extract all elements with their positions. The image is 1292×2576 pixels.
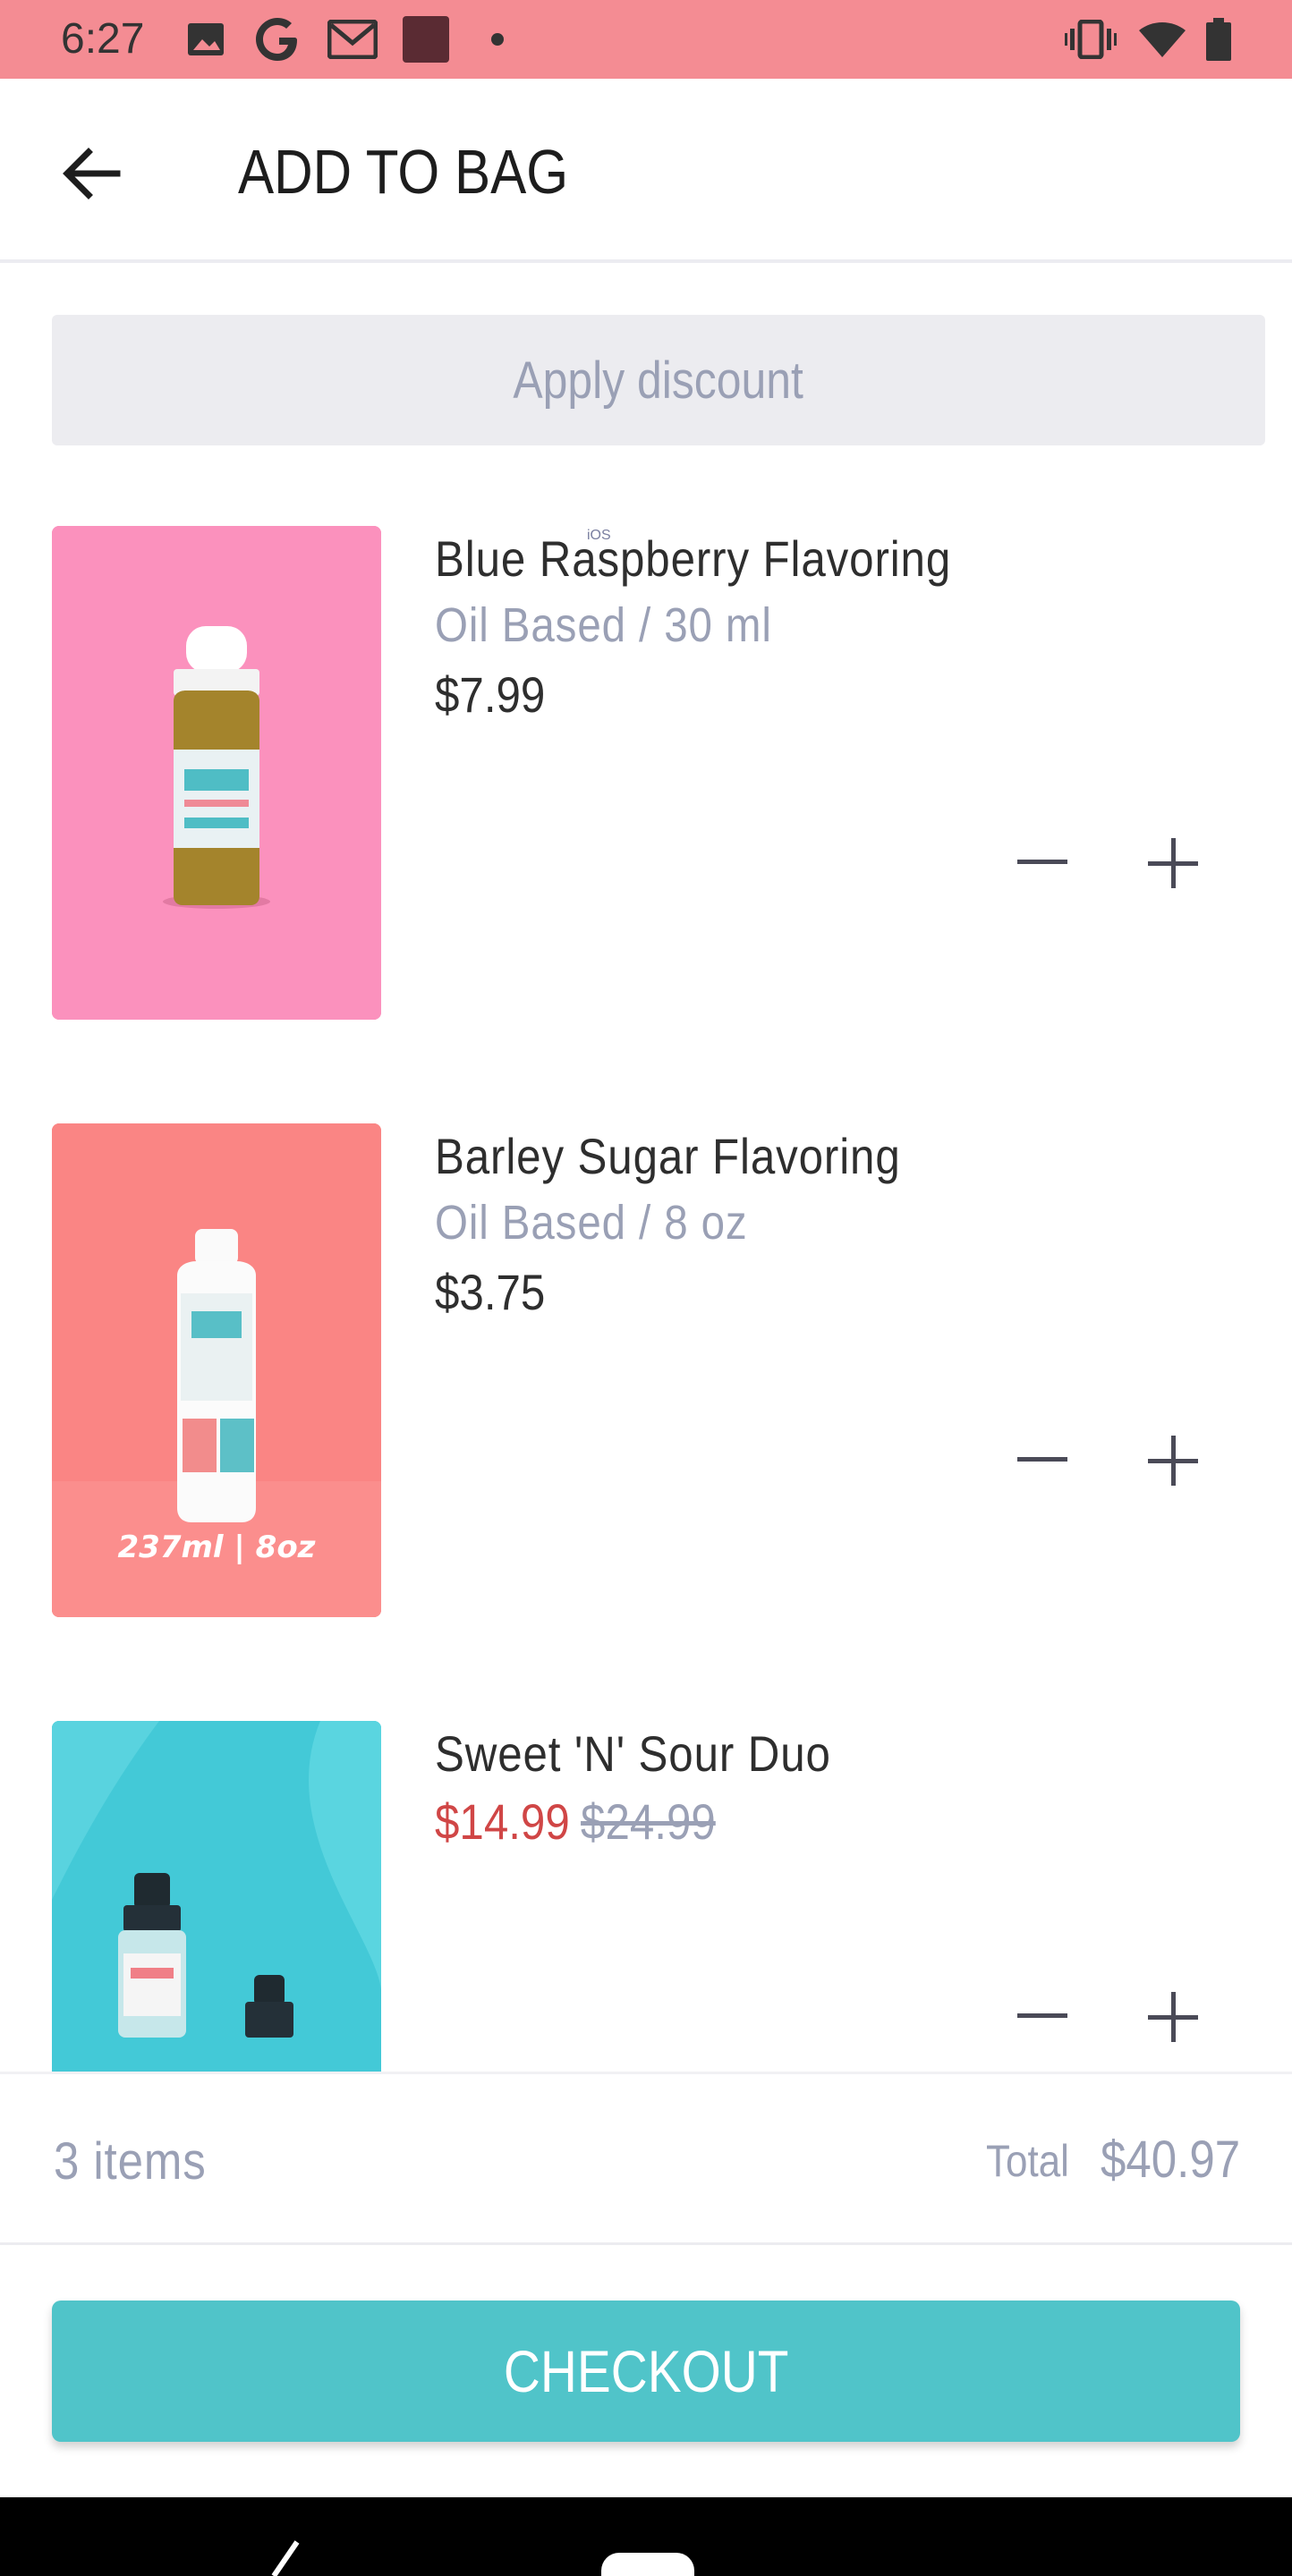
- decrease-quantity-button[interactable]: [1011, 1429, 1074, 1492]
- gmail-icon: [327, 18, 378, 61]
- status-bar: 6:27: [0, 0, 1292, 79]
- original-price: $24.99: [581, 1793, 716, 1850]
- minus-icon: [1017, 860, 1067, 864]
- minus-icon: [1017, 1457, 1067, 1462]
- decrease-quantity-button[interactable]: [1011, 1986, 1074, 2048]
- product-image[interactable]: [52, 1721, 381, 2072]
- product-variant: Oil Based / 30 ml: [435, 598, 772, 652]
- product-name[interactable]: Sweet 'N' Sour Duo: [435, 1724, 831, 1783]
- decrease-quantity-button[interactable]: [1011, 832, 1074, 894]
- product-price-group: $14.99 $24.99: [435, 1792, 716, 1851]
- arrow-left-icon: [63, 148, 121, 199]
- nav-back-icon[interactable]: [270, 2540, 301, 2576]
- checkout-label: CHECKOUT: [503, 2338, 789, 2404]
- platform-tag: iOS: [587, 528, 611, 543]
- product-name[interactable]: Blue Raspberry Flavoring: [435, 530, 951, 588]
- page-title: ADD TO BAG: [238, 137, 569, 207]
- system-nav-bar: [0, 2497, 1292, 2576]
- status-time: 6:27: [61, 15, 145, 63]
- sale-price: $14.99: [435, 1793, 570, 1850]
- battery-icon: [1204, 18, 1233, 61]
- apply-discount-button[interactable]: Apply discount: [52, 315, 1265, 445]
- product-image[interactable]: 237ml | 8oz: [52, 1123, 381, 1617]
- increase-quantity-button[interactable]: [1142, 1986, 1204, 2048]
- plus-icon: [1148, 1436, 1198, 1486]
- cart-item: Blue Raspberry Flavoring iOS Oil Based /…: [0, 483, 1292, 1020]
- plus-icon: [1148, 1992, 1198, 2042]
- cart-items-list: Blue Raspberry Flavoring iOS Oil Based /…: [0, 483, 1292, 2072]
- dot-icon: [490, 18, 505, 61]
- google-icon: [256, 18, 302, 61]
- plus-icon: [1148, 838, 1198, 888]
- total-value: $40.97: [1101, 2131, 1241, 2189]
- apply-discount-label: Apply discount: [513, 351, 804, 410]
- cart-item: Sweet 'N' Sour Duo $14.99 $24.99: [0, 1678, 1292, 2072]
- wifi-icon: [1138, 18, 1186, 61]
- increase-quantity-button[interactable]: [1142, 1429, 1204, 1492]
- back-button[interactable]: [54, 136, 129, 211]
- checkout-button[interactable]: CHECKOUT: [52, 2301, 1240, 2442]
- product-variant: Oil Based / 8 oz: [435, 1196, 748, 1250]
- total-label: Total: [986, 2136, 1069, 2186]
- nav-home-button[interactable]: [601, 2553, 694, 2576]
- product-image[interactable]: [52, 526, 381, 1020]
- product-image-caption: 237ml | 8oz: [117, 1530, 316, 1565]
- order-summary: 3 items Total $40.97: [0, 2072, 1292, 2245]
- cart-item: 237ml | 8oz Barley Sugar Flavoring Oil B…: [0, 1080, 1292, 1617]
- minus-icon: [1017, 2013, 1067, 2018]
- app-header: ADD TO BAG: [0, 79, 1292, 263]
- vibrate-icon: [1065, 18, 1117, 61]
- image-icon: [186, 18, 225, 61]
- product-price: $3.75: [435, 1264, 546, 1320]
- increase-quantity-button[interactable]: [1142, 832, 1204, 894]
- product-name[interactable]: Barley Sugar Flavoring: [435, 1127, 901, 1185]
- app-icon: [401, 16, 451, 63]
- item-count: 3 items: [54, 2132, 207, 2190]
- product-price: $7.99: [435, 666, 546, 723]
